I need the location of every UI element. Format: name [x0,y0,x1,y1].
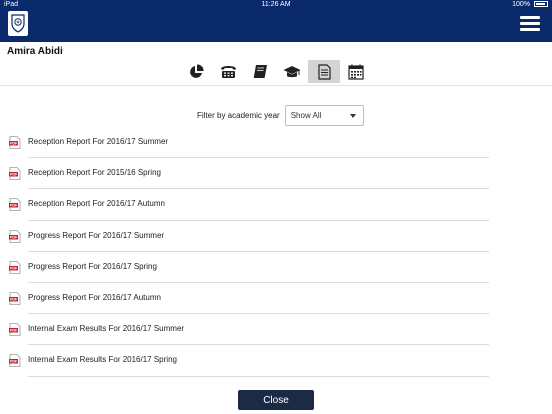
list-item[interactable]: PDF Internal Exam Results For 2016/17 Sp… [0,345,552,377]
row-divider [28,375,489,377]
school-logo [8,11,28,36]
svg-text:PDF: PDF [10,266,18,270]
hamburger-menu-button[interactable] [520,16,540,32]
list-item[interactable]: PDF Reception Report For 2016/17 Summer [0,127,552,159]
document-icon [317,63,331,80]
calendar-icon [348,64,364,80]
close-button[interactable]: Close [238,390,314,410]
list-item[interactable]: PDF Reception Report For 2016/17 Autumn [0,189,552,221]
pdf-file-icon: PDF [9,292,21,310]
tab-overview[interactable] [180,60,212,83]
report-title: Reception Report For 2016/17 Autumn [28,199,165,209]
tab-reports[interactable] [308,60,340,83]
status-bar: iPad 11:26 AM 100% [0,0,552,11]
academic-year-select[interactable]: Show All [284,105,364,126]
menu-bar-icon [520,28,540,31]
report-title: Reception Report For 2015/16 Spring [28,168,161,178]
tab-homework[interactable] [244,60,276,83]
battery-icon [534,1,548,8]
report-title: Reception Report For 2016/17 Summer [28,137,169,146]
list-item[interactable]: PDF Progress Report For 2016/17 Autumn [0,283,552,315]
app-header [0,11,552,42]
pdf-file-icon: PDF [9,354,21,372]
list-item[interactable]: PDF Progress Report For 2016/17 Spring [0,252,552,283]
pdf-file-icon: PDF [9,260,21,279]
svg-text:PDF: PDF [10,360,18,364]
academic-year-filter: Filter by academic year Show All [197,105,364,126]
pdf-file-icon: PDF [9,198,21,216]
list-item[interactable]: PDF Internal Exam Results For 2016/17 Su… [0,314,552,346]
book-icon [253,65,267,78]
report-title: Progress Report For 2016/17 Summer [28,230,165,240]
filter-label: Filter by academic year [197,111,280,120]
pdf-file-icon: PDF [9,323,21,341]
header-divider [0,85,552,86]
svg-text:PDF: PDF [10,173,18,177]
list-item[interactable]: PDF Progress Report For 2016/17 Summer [0,221,552,252]
report-title: Internal Exam Results For 2016/17 Summer [28,324,185,334]
battery-label: 100% [512,1,531,8]
pie-chart-icon [190,63,204,78]
filter-selected-value: Show All [290,111,322,120]
pdf-file-icon: PDF [9,136,21,154]
svg-text:PDF: PDF [10,142,18,146]
student-name: Amira Abidi [7,46,63,57]
battery-status: 100% [512,1,548,8]
pdf-file-icon: PDF [9,229,21,248]
svg-text:PDF: PDF [10,329,18,333]
svg-text:PDF: PDF [10,204,18,208]
pdf-file-icon: PDF [9,167,21,185]
tab-calendar[interactable] [340,60,372,83]
tab-contacts[interactable] [212,60,244,83]
graduation-cap-icon [283,65,301,77]
tab-academics[interactable] [276,60,308,83]
report-list: PDF Reception Report For 2016/17 Summer … [0,127,552,377]
svg-text:PDF: PDF [10,298,18,302]
report-title: Progress Report For 2016/17 Autumn [28,292,161,302]
report-title: Internal Exam Results For 2016/17 Spring [28,355,177,365]
crest-icon [11,14,25,33]
list-item[interactable]: PDF Reception Report For 2015/16 Spring [0,158,552,190]
dropdown-caret-icon [349,114,356,118]
svg-text:PDF: PDF [10,235,18,239]
section-tabbar [180,60,372,83]
telephone-icon [220,66,236,78]
menu-bar-icon [520,22,540,25]
menu-bar-icon [520,16,540,19]
clock-label: 11:26 AM [261,1,291,8]
report-title: Progress Report For 2016/17 Spring [28,261,157,271]
